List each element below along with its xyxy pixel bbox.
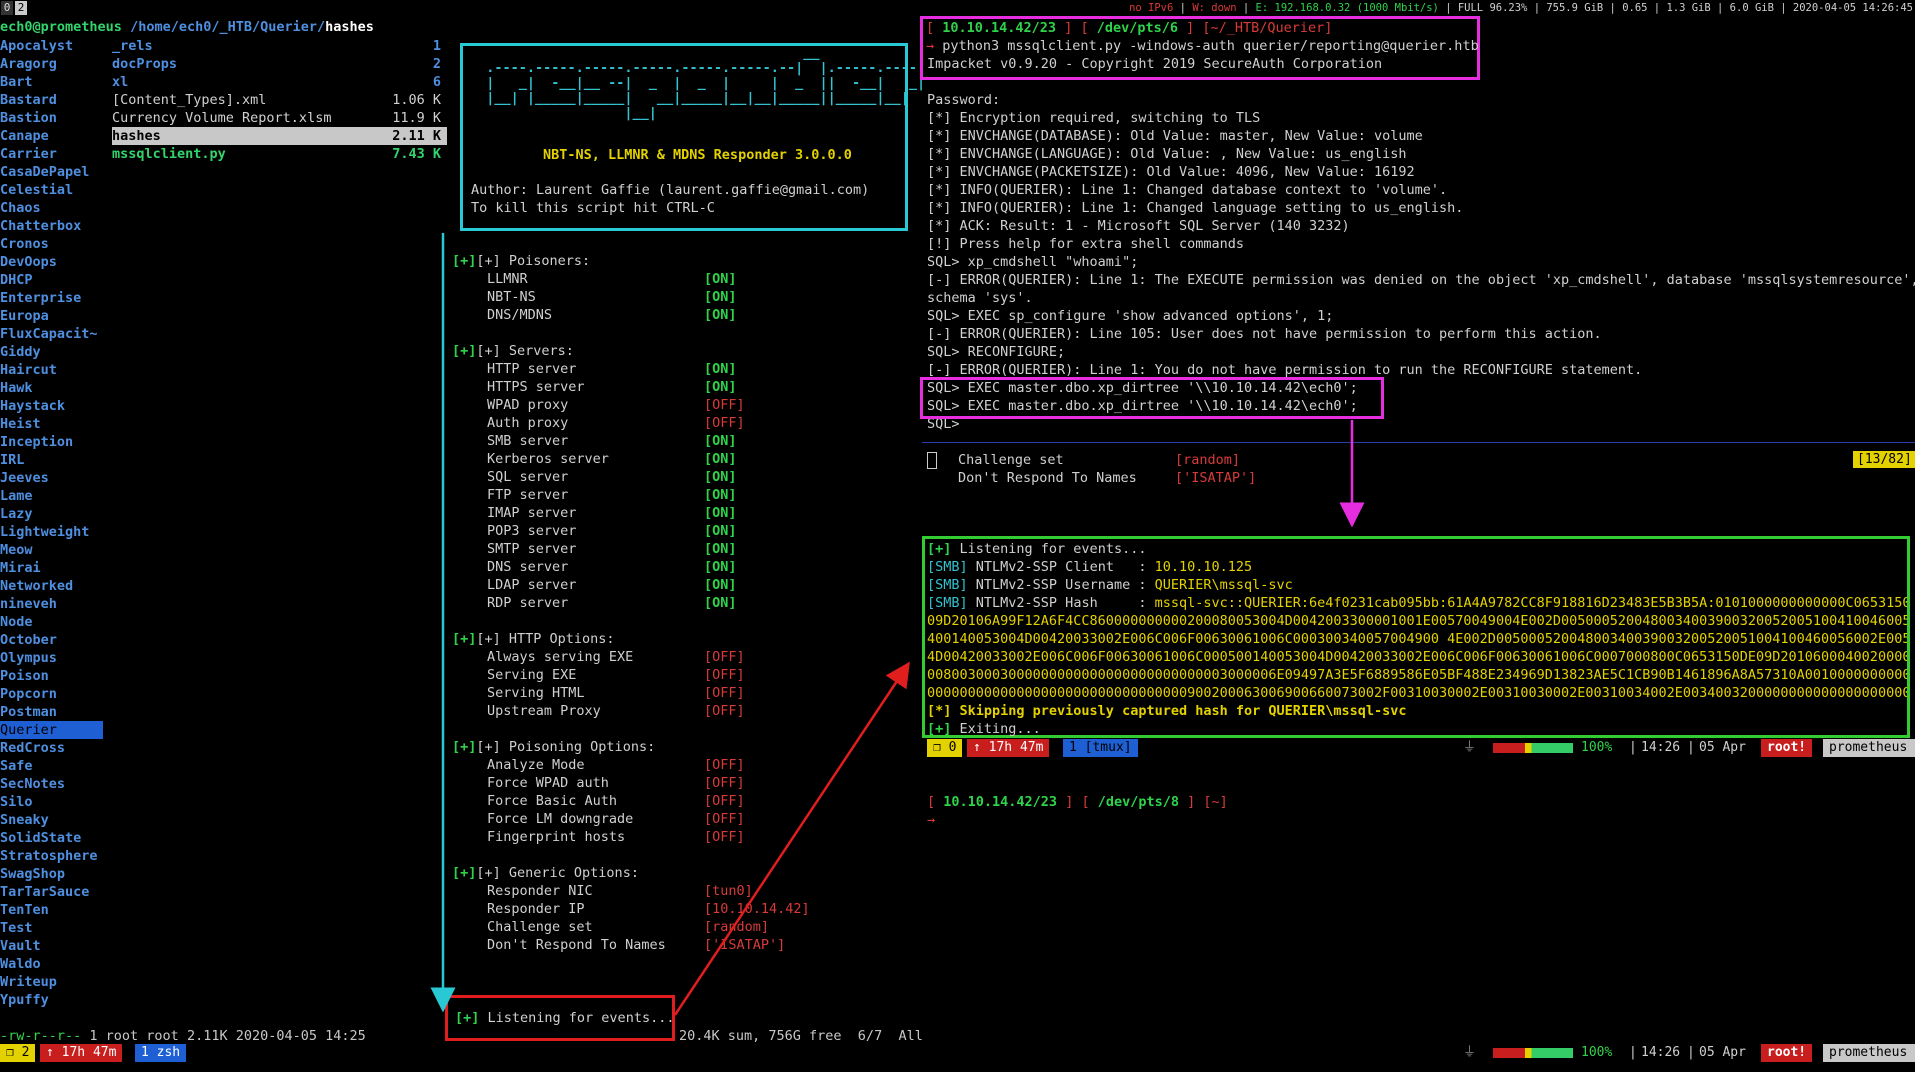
red-arrow bbox=[673, 661, 910, 1016]
annotation-arrows bbox=[430, 233, 1365, 1016]
